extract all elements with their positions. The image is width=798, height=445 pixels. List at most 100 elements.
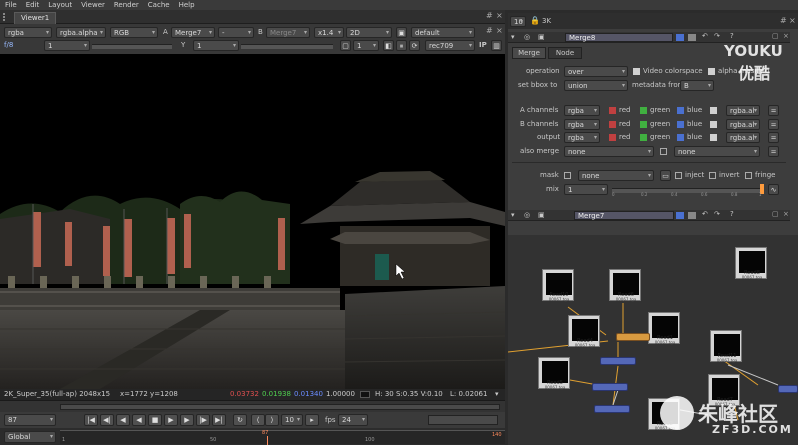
node-center-icon[interactable]: ◎ xyxy=(524,211,530,219)
timeline-end-field[interactable] xyxy=(428,415,498,425)
invert-checkbox[interactable] xyxy=(709,172,716,179)
out-green-checkbox[interactable] xyxy=(640,134,647,141)
a-blue-checkbox[interactable] xyxy=(677,107,684,114)
b-channels-menu-button[interactable]: = xyxy=(768,119,779,130)
b-alpha-select[interactable]: rgba.al xyxy=(726,119,760,130)
a-alpha-checkbox[interactable] xyxy=(710,107,717,114)
menu-render[interactable]: Render xyxy=(114,0,139,10)
a-alpha-select[interactable]: rgba.al xyxy=(726,105,760,116)
gl-color-icon[interactable] xyxy=(688,34,696,41)
a-green-checkbox[interactable] xyxy=(640,107,647,114)
output-menu-button[interactable]: = xyxy=(768,132,779,143)
menu-file[interactable]: File xyxy=(5,0,17,10)
mix-slider[interactable] xyxy=(612,188,762,193)
loop-button[interactable]: ↻ xyxy=(233,414,247,426)
mask-checkbox[interactable] xyxy=(564,172,571,179)
tab-viewer1[interactable]: Viewer1 xyxy=(14,12,57,24)
float-panel-icon[interactable]: ▢ xyxy=(772,32,779,40)
float-panel-icon[interactable]: # xyxy=(780,16,787,25)
fstop-label[interactable]: f/8 xyxy=(4,40,13,51)
frame-range-bar[interactable] xyxy=(60,404,500,410)
menu-layout[interactable]: Layout xyxy=(48,0,72,10)
gl-color-icon[interactable] xyxy=(688,212,696,219)
read5-node[interactable]: Read5 00067.tga xyxy=(538,357,570,390)
read8-node[interactable]: Read8 00067.tga xyxy=(735,247,767,280)
grip-icon[interactable] xyxy=(3,13,9,21)
a-channels-menu-button[interactable]: = xyxy=(768,105,779,116)
revert-icon[interactable]: ? xyxy=(730,32,734,40)
roi-icon[interactable]: ▢ xyxy=(340,40,351,51)
a-channels-select[interactable]: rgba xyxy=(564,105,600,116)
out-blue-checkbox[interactable] xyxy=(677,134,684,141)
b-red-checkbox[interactable] xyxy=(609,121,616,128)
last-frame-button[interactable]: ▶| xyxy=(212,414,226,426)
ip-button[interactable]: IP xyxy=(479,40,487,51)
node-center-icon[interactable]: ◎ xyxy=(524,33,530,41)
lock-icon[interactable]: ▣ xyxy=(396,27,407,38)
b-blue-checkbox[interactable] xyxy=(677,121,684,128)
undo-icon[interactable]: ↶ xyxy=(702,210,708,218)
close-icon[interactable]: × xyxy=(789,16,796,25)
out-alpha-select[interactable]: rgba.al xyxy=(726,132,760,143)
output-select[interactable]: rgba xyxy=(564,132,600,143)
mix-field[interactable]: 1 xyxy=(564,184,608,195)
also-merge-menu-button[interactable]: = xyxy=(768,146,779,157)
read10-node[interactable]: Read10 00067.tga xyxy=(542,269,574,302)
frame-field[interactable]: 87 xyxy=(4,414,56,426)
read4-node[interactable]: Read4 00067.tga xyxy=(568,315,600,348)
also-merge-select[interactable]: none xyxy=(564,146,654,157)
playhead[interactable] xyxy=(267,436,268,445)
tab-node[interactable]: Node xyxy=(548,47,582,59)
menu-cache[interactable]: Cache xyxy=(148,0,170,10)
prev-key-button[interactable]: ◀| xyxy=(100,414,114,426)
step-increment-button[interactable]: ▸ xyxy=(305,414,319,426)
merge-node[interactable] xyxy=(600,357,636,365)
animation-curve-icon[interactable]: ∿ xyxy=(768,184,779,195)
merge-node[interactable] xyxy=(594,405,630,413)
clip-warning-icon[interactable]: ◧ xyxy=(383,40,394,51)
scale-track[interactable] xyxy=(60,430,505,444)
inject-checkbox[interactable] xyxy=(675,172,682,179)
zoom-select[interactable]: x1.4 xyxy=(314,27,344,38)
menu-edit[interactable]: Edit xyxy=(26,0,40,10)
global-select[interactable]: Global xyxy=(4,431,56,443)
float-icon[interactable]: ▣ xyxy=(538,33,545,41)
viewer-canvas[interactable] xyxy=(0,54,505,389)
alpha-masking-checkbox[interactable] xyxy=(708,68,715,75)
a-input-select[interactable]: Merge7 xyxy=(171,27,215,38)
out-alpha-checkbox[interactable] xyxy=(710,134,717,141)
menu-help[interactable]: Help xyxy=(179,0,195,10)
mask-channel-button[interactable]: ▭ xyxy=(660,170,671,181)
float-panel-icon[interactable]: # xyxy=(486,26,493,35)
gain-slider[interactable] xyxy=(92,44,172,49)
redo-icon[interactable]: ↷ xyxy=(714,210,720,218)
proxy-select[interactable]: 1 xyxy=(353,40,379,51)
lut-select[interactable]: default xyxy=(411,27,475,38)
step-field[interactable]: 10 xyxy=(281,414,303,426)
first-frame-button[interactable]: |◀ xyxy=(84,414,98,426)
next-key-button[interactable]: |▶ xyxy=(196,414,210,426)
close-icon[interactable]: × xyxy=(496,11,503,20)
float-icon[interactable]: ▣ xyxy=(538,211,545,219)
colorspace2-select[interactable]: rec709 xyxy=(425,40,475,51)
read1-node[interactable]: Read1 00067.tga xyxy=(648,312,680,345)
gamma-field[interactable]: 1 xyxy=(193,40,239,51)
operation-select[interactable]: over xyxy=(564,66,628,77)
wipe-op-select[interactable]: - xyxy=(218,27,254,38)
refresh-icon[interactable]: ⟳ xyxy=(409,40,420,51)
b-alpha-checkbox[interactable] xyxy=(710,121,717,128)
gain-field[interactable]: 1 xyxy=(44,40,90,51)
lock-icon[interactable]: 🔒 xyxy=(530,16,540,25)
hist-icon[interactable]: ▥ xyxy=(491,40,502,51)
float-panel-icon[interactable]: ▢ xyxy=(772,210,779,218)
fps-field[interactable]: 24 xyxy=(338,414,368,426)
view-mode-select[interactable]: 2D xyxy=(346,27,392,38)
gamma-slider[interactable] xyxy=(241,44,333,49)
close-icon[interactable]: × xyxy=(783,210,789,218)
also-merge-checkbox[interactable] xyxy=(660,148,667,155)
video-colorspace-checkbox[interactable] xyxy=(633,68,640,75)
pause-icon[interactable]: ⏸ xyxy=(396,40,407,51)
mask-select[interactable]: none xyxy=(578,170,654,181)
float-panel-icon[interactable]: # xyxy=(486,11,493,20)
out-red-checkbox[interactable] xyxy=(609,134,616,141)
